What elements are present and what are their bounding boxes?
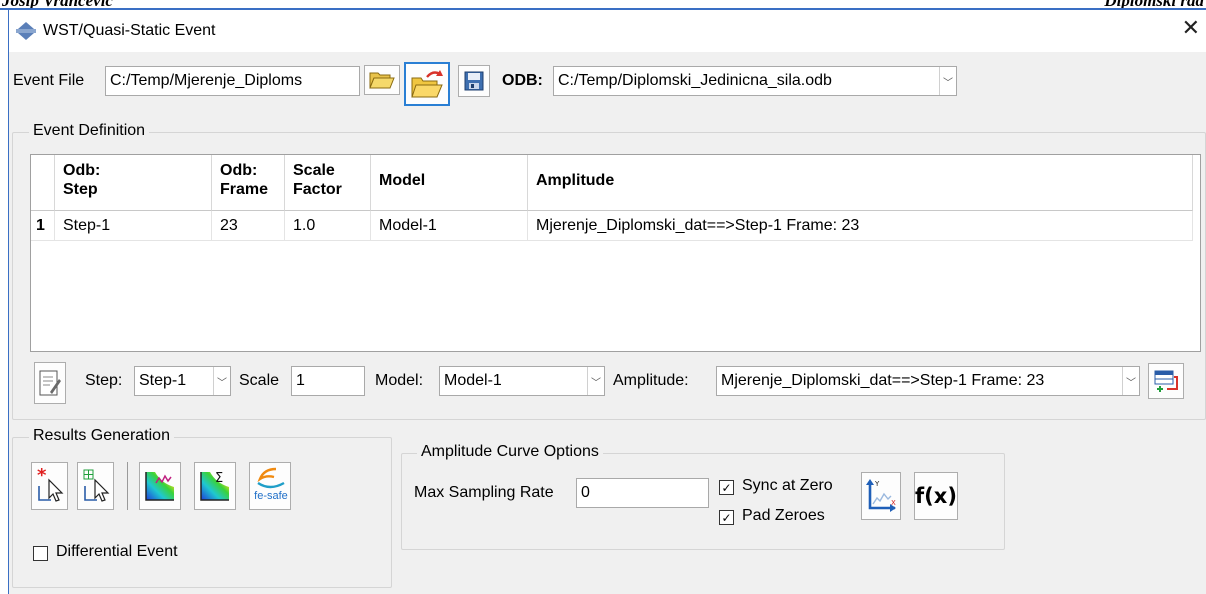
save-event-button[interactable] [458, 65, 490, 97]
odb-label: ODB: [502, 72, 543, 89]
scale-label: Scale [239, 372, 280, 389]
sigma-chart-icon: Σ [200, 471, 229, 501]
select-red-star-icon: * [37, 466, 63, 502]
chevron-down-icon: ﹀ [213, 367, 230, 395]
svg-text:*: * [37, 466, 47, 486]
table-header-scale-factor[interactable]: Scale Factor [285, 155, 371, 211]
svg-text:X: X [891, 499, 896, 507]
event-definition-title: Event Definition [29, 122, 150, 140]
row-index: 1 [31, 211, 55, 241]
svg-text:Σ: Σ [215, 471, 223, 486]
max-sampling-rate-label: Max Sampling Rate [414, 484, 554, 501]
function-fx-icon: f(x) [915, 484, 957, 508]
pad-zeroes-checkbox[interactable]: ✓ [719, 510, 734, 525]
contour-plot-button[interactable] [139, 462, 181, 510]
open-event-file-button[interactable] [404, 62, 450, 106]
amplitude-curve-options-title: Amplitude Curve Options [417, 443, 603, 461]
open-folder-icon [369, 72, 395, 89]
close-icon[interactable]: ✕ [1182, 17, 1200, 39]
title-bar: WST/Quasi-Static Event ✕ [9, 10, 1206, 52]
check-icon: ✓ [721, 480, 732, 495]
column-label: Factor [293, 181, 342, 198]
select-elements-button[interactable] [77, 462, 114, 510]
cell-amplitude[interactable]: Mjerenje_Diplomski_dat==>Step-1 Frame: 2… [528, 211, 1193, 241]
column-label: Amplitude [536, 172, 615, 189]
chevron-down-icon: ﹀ [587, 367, 604, 395]
table-header-amplitude[interactable]: Amplitude [528, 155, 1193, 211]
plot-amplitude-button[interactable]: Y X [861, 472, 901, 520]
cell-frame[interactable]: 23 [212, 211, 285, 241]
model-select-value: Model-1 [444, 372, 502, 389]
sync-at-zero-label: Sync at Zero [742, 477, 833, 494]
toolbar-separator [127, 462, 128, 510]
save-icon [464, 71, 484, 91]
fe-safe-text: fe-safe [254, 490, 288, 502]
wst-quasi-static-event-dialog: WST/Quasi-Static Event ✕ Event File C:/T… [9, 10, 1206, 594]
results-generation-group [12, 437, 392, 588]
contour-chart-icon [145, 472, 174, 501]
differential-event-checkbox[interactable] [33, 546, 48, 561]
chevron-down-icon: ﹀ [939, 67, 956, 95]
model-select[interactable]: Model-1 ﹀ [439, 366, 605, 396]
cell-model[interactable]: Model-1 [371, 211, 528, 241]
step-label: Step: [85, 372, 123, 389]
table-header-index [31, 155, 55, 211]
table-header-odb-step[interactable]: Odb: Step [55, 155, 212, 211]
column-label: Odb: [220, 162, 258, 179]
column-label: Scale [293, 162, 335, 179]
amplitude-label: Amplitude: [613, 372, 689, 389]
cell-scale[interactable]: 1.0 [285, 211, 371, 241]
model-label: Model: [375, 372, 424, 389]
app-icon [15, 21, 37, 46]
select-nodes-button[interactable]: * [31, 462, 68, 510]
max-sampling-rate-input[interactable]: 0 [576, 478, 709, 508]
sum-plot-button[interactable]: Σ [194, 462, 236, 510]
edit-row-button[interactable] [34, 362, 66, 404]
step-select[interactable]: Step-1 ﹀ [134, 366, 231, 396]
open-event-file-icon [411, 70, 443, 98]
event-file-input[interactable]: C:/Temp/Mjerenje_Diploms [105, 66, 360, 96]
event-table: Odb: Step Odb: Frame Scale Factor Model … [30, 154, 1201, 352]
pad-zeroes-label: Pad Zeroes [742, 507, 825, 524]
differential-event-label: Differential Event [56, 543, 178, 560]
event-file-label: Event File [13, 72, 85, 89]
xy-plot-icon: Y X [866, 479, 896, 512]
scale-input[interactable]: 1 [291, 366, 365, 396]
fe-safe-button[interactable]: fe-safe [249, 462, 291, 510]
window-title: WST/Quasi-Static Event [43, 22, 216, 39]
odb-select[interactable]: C:/Temp/Diplomski_Jedinicna_sila.odb ﹀ [553, 66, 957, 96]
svg-text:Y: Y [874, 480, 880, 488]
edit-document-icon [39, 370, 61, 396]
sync-at-zero-checkbox[interactable]: ✓ [719, 480, 734, 495]
add-row-button[interactable] [1148, 363, 1184, 399]
step-select-value: Step-1 [139, 372, 187, 389]
add-table-row-icon [1154, 370, 1178, 392]
amplitude-select[interactable]: Mjerenje_Diplomski_dat==>Step-1 Frame: 2… [716, 366, 1140, 396]
column-label: Step [63, 181, 98, 198]
table-header-odb-frame[interactable]: Odb: Frame [212, 155, 285, 211]
column-label: Odb: [63, 162, 101, 179]
select-grid-icon [83, 469, 109, 502]
odb-select-value: C:/Temp/Diplomski_Jedinicna_sila.odb [558, 72, 832, 89]
open-folder-button[interactable] [364, 65, 400, 95]
results-generation-title: Results Generation [29, 427, 174, 445]
cell-step[interactable]: Step-1 [55, 211, 212, 241]
check-icon: ✓ [721, 510, 732, 525]
function-button[interactable]: f(x) [914, 472, 958, 520]
column-label: Model [379, 172, 426, 189]
table-header-model[interactable]: Model [371, 155, 528, 211]
column-label: Frame [220, 181, 269, 198]
amplitude-select-value: Mjerenje_Diplomski_dat==>Step-1 Frame: 2… [721, 372, 1045, 389]
chevron-down-icon: ﹀ [1122, 367, 1139, 395]
